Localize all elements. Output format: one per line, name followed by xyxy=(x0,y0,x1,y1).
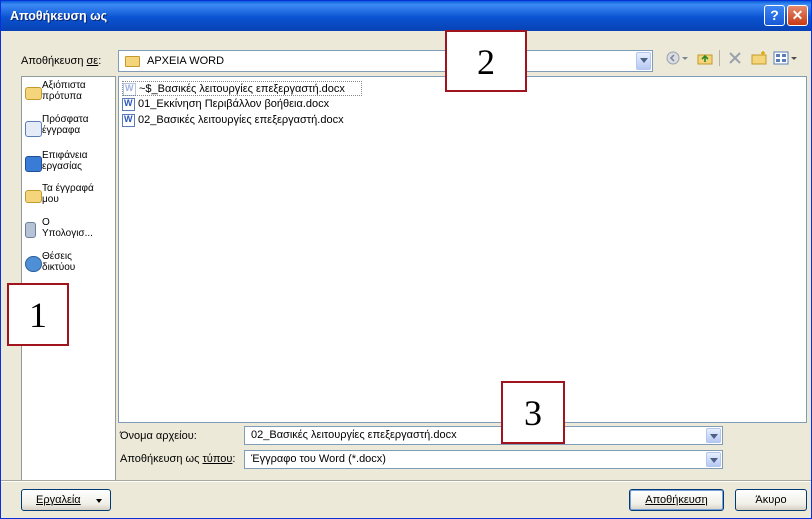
save-button[interactable]: Αποθήκευση xyxy=(629,489,724,511)
bottom-divider xyxy=(1,480,811,482)
trusted-templates-folder-icon xyxy=(25,87,42,100)
file-name-combo[interactable]: 02_Βασικές λειτουργίες επεξεργαστή.docx xyxy=(244,426,723,445)
file-name-label: Όνομα αρχείου: xyxy=(120,430,197,442)
file-type-combo[interactable]: Έγγραφο του Word (*.docx) xyxy=(244,450,723,469)
new-folder-icon[interactable] xyxy=(751,50,767,66)
views-dropdown-icon[interactable] xyxy=(790,50,798,66)
sidebar-item-label: Πρόσφατα έγγραφα xyxy=(42,114,89,136)
save-in-value: ΑΡΧΕΙΑ WORD xyxy=(147,55,225,67)
back-dropdown-icon[interactable] xyxy=(681,50,689,66)
file-name: 02_Βασικές λειτουργίες επεξεργαστή.docx xyxy=(138,114,344,126)
up-folder-icon[interactable] xyxy=(697,50,713,66)
close-button[interactable]: ✕ xyxy=(787,5,808,26)
my-documents-icon xyxy=(25,190,42,203)
save-in-label-colon: : xyxy=(98,55,102,67)
desktop-icon xyxy=(25,156,42,172)
sidebar-item-trusted-templates[interactable]: Αξιόπιστα πρότυπα xyxy=(22,80,115,110)
callout-1: 1 xyxy=(7,283,69,346)
cancel-button[interactable]: Άκυρο xyxy=(735,489,807,511)
help-icon: ? xyxy=(770,7,779,23)
callout-3: 3 xyxy=(501,381,565,444)
sidebar-item-network-places[interactable]: Θέσεις δικτύου xyxy=(22,251,115,281)
list-item[interactable]: 02_Βασικές λειτουργίες επεξεργαστή.docx xyxy=(122,113,362,128)
sidebar-item-label: Τα έγγραφά μου xyxy=(42,183,94,205)
file-type-label-colon: : xyxy=(232,453,236,465)
my-computer-icon xyxy=(25,222,36,238)
save-in-label-text: Αποθήκευση xyxy=(21,55,87,67)
folder-icon xyxy=(125,56,140,67)
word-document-icon xyxy=(123,83,136,96)
sidebar-item-label: Ο Υπολογισ... xyxy=(42,217,93,239)
file-name: 01_Εκκίνηση Περιβάλλον βοήθεια.docx xyxy=(138,98,330,110)
places-bar: Αξιόπιστα πρότυπα Πρόσφατα έγγραφα Επιφάνε… xyxy=(21,76,116,481)
file-type-label-accel: τύπου xyxy=(202,453,233,465)
sidebar-item-my-documents[interactable]: Τα έγγραφά μου xyxy=(22,183,115,213)
save-in-label: Αποθήκευση σε: xyxy=(21,55,101,67)
views-icon[interactable] xyxy=(773,50,789,66)
save-in-combo[interactable]: ΑΡΧΕΙΑ WORD xyxy=(118,50,653,72)
chevron-down-icon[interactable] xyxy=(706,452,721,467)
word-document-icon xyxy=(122,114,135,127)
file-type-value: Έγγραφο του Word (*.docx) xyxy=(251,453,386,465)
file-type-label: Αποθήκευση ως τύπου: xyxy=(120,453,235,465)
callout-2: 2 xyxy=(445,30,527,92)
chevron-down-icon xyxy=(96,499,102,503)
title-bar[interactable]: Αποθήκευση ως ? ✕ xyxy=(1,1,811,31)
file-name: ~$_Βασικές λειτουργίες επεξεργαστή.docx xyxy=(139,83,345,95)
list-item[interactable]: ~$_Βασικές λειτουργίες επεξεργαστή.docx xyxy=(122,81,362,96)
save-in-label-accel: σε xyxy=(86,55,99,67)
tools-button-label: Εργαλεία xyxy=(36,494,81,506)
toolbar-separator xyxy=(719,50,720,66)
save-button-label: Αποθήκευση xyxy=(645,494,708,506)
delete-icon[interactable] xyxy=(727,50,743,66)
file-type-label-text: Αποθήκευση ως xyxy=(120,453,203,465)
back-icon[interactable] xyxy=(665,50,681,66)
save-as-dialog: Αποθήκευση ως ? ✕ Αποθήκευση σε: ΑΡΧΕΙΑ … xyxy=(0,0,812,519)
tools-button[interactable]: Εργαλεία xyxy=(21,489,111,511)
cancel-button-label: Άκυρο xyxy=(755,494,787,506)
sidebar-item-my-computer[interactable]: Ο Υπολογισ... xyxy=(22,217,115,247)
sidebar-item-recent-documents[interactable]: Πρόσφατα έγγραφα xyxy=(22,114,115,144)
list-item[interactable]: 01_Εκκίνηση Περιβάλλον βοήθεια.docx xyxy=(122,97,362,112)
close-icon: ✕ xyxy=(791,7,804,23)
network-places-icon xyxy=(25,256,42,272)
recent-documents-icon xyxy=(25,121,42,137)
dialog-title: Αποθήκευση ως xyxy=(10,9,108,23)
file-name-value: 02_Βασικές λειτουργίες επεξεργαστή.docx xyxy=(251,429,457,441)
sidebar-item-desktop[interactable]: Επιφάνεια εργασίας xyxy=(22,150,115,180)
word-document-icon xyxy=(122,98,135,111)
file-list[interactable]: ~$_Βασικές λειτουργίες επεξεργαστή.docx … xyxy=(118,76,807,423)
chevron-down-icon[interactable] xyxy=(706,428,721,443)
help-button[interactable]: ? xyxy=(764,5,785,26)
sidebar-item-label: Επιφάνεια εργασίας xyxy=(42,150,88,172)
sidebar-item-label: Αξιόπιστα πρότυπα xyxy=(42,80,86,102)
chevron-down-icon[interactable] xyxy=(636,52,651,70)
sidebar-item-label: Θέσεις δικτύου xyxy=(42,251,76,273)
